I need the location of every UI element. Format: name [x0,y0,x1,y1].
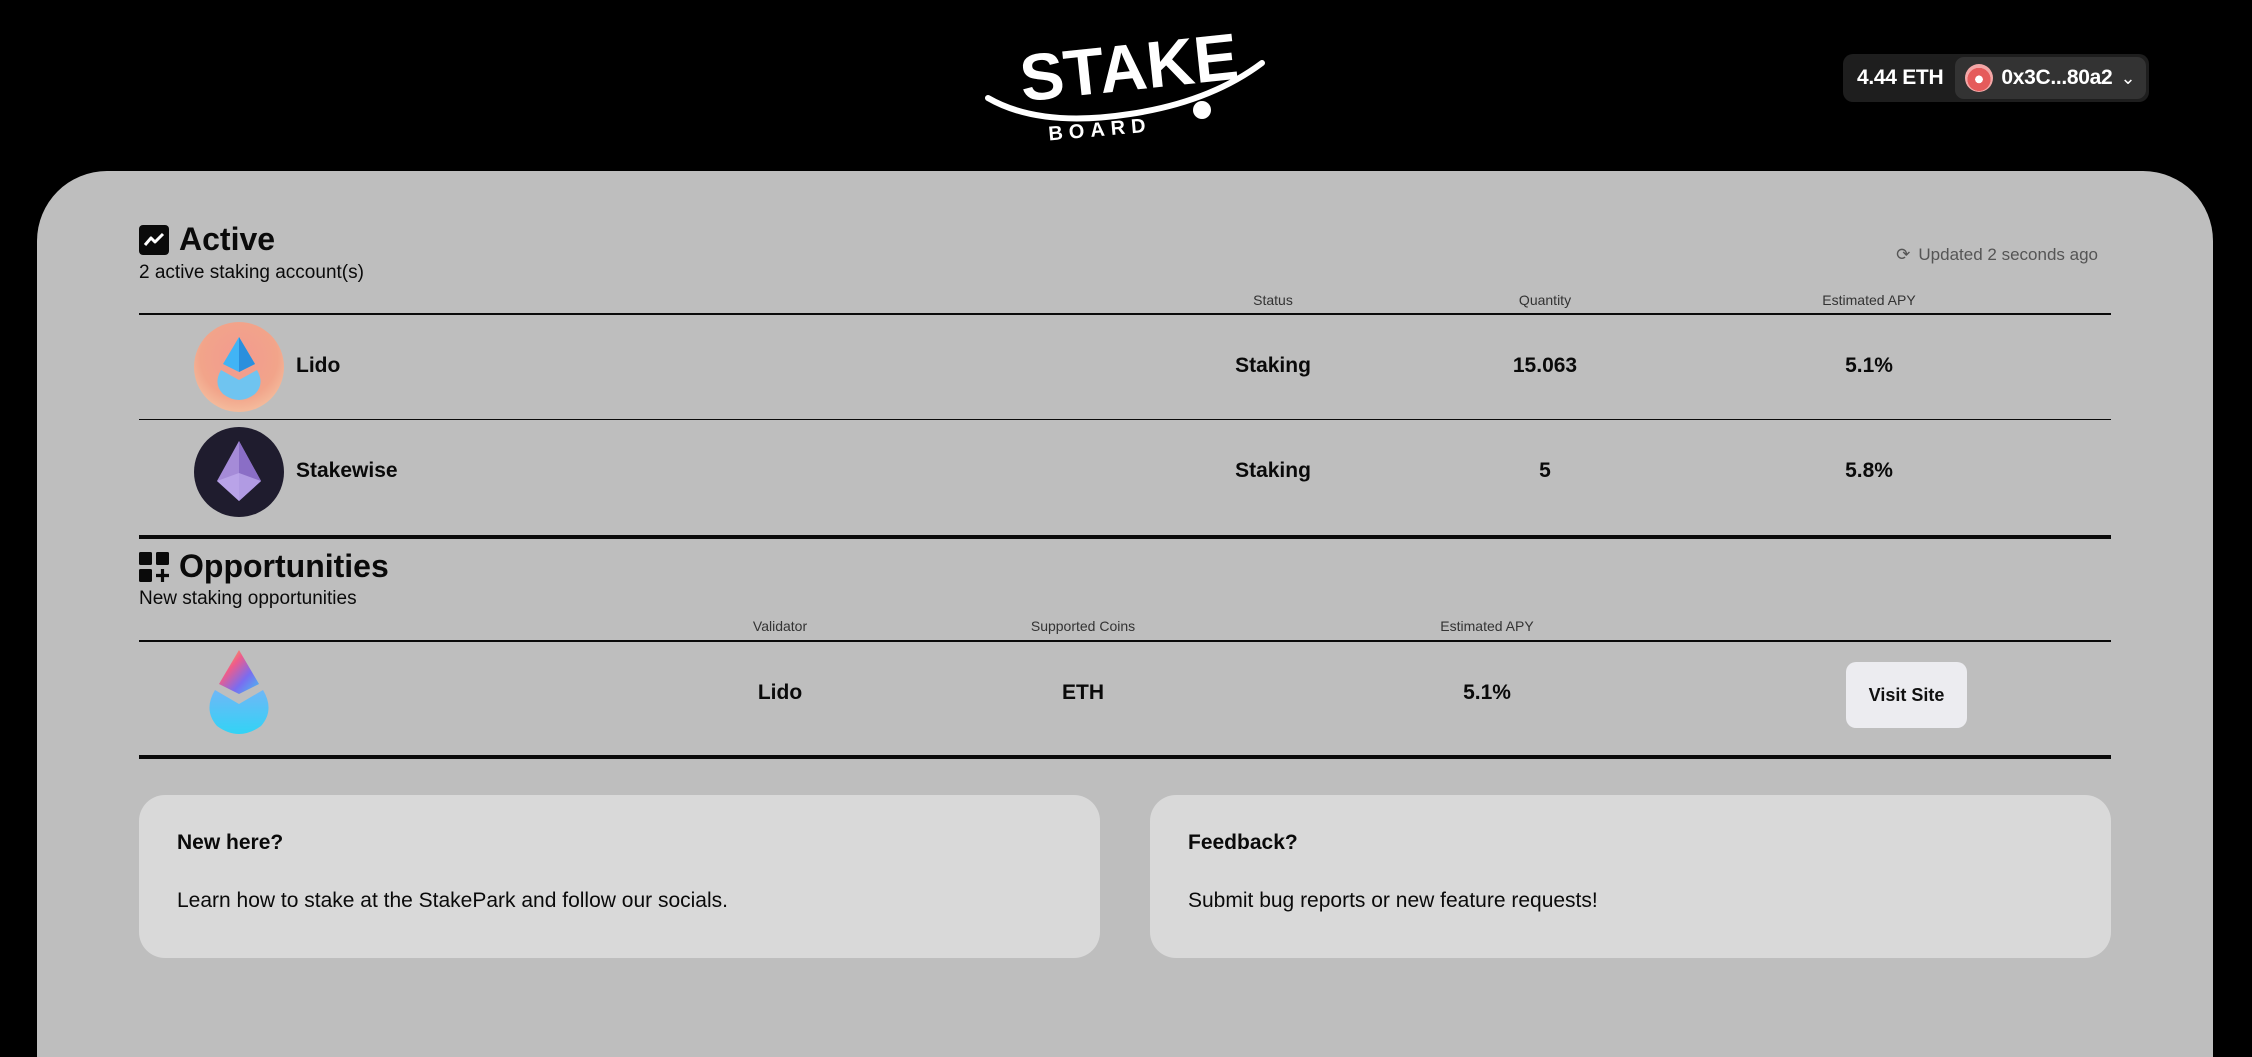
col-estimated-apy: Estimated APY [1822,292,1916,308]
col-status: Status [1253,292,1293,308]
card-description: Learn how to stake at the StakePark and … [177,889,728,912]
feedback-card[interactable]: Feedback? Submit bug reports or new feat… [1150,795,2111,958]
active-subtitle: 2 active staking account(s) [139,262,364,283]
staking-apy: 5.8% [1845,459,1893,482]
opportunity-validator: Lido [757,681,803,704]
opportunity-coins: ETH [1062,681,1104,704]
opportunities-subtitle: New staking opportunities [139,588,357,609]
opportunities-title: Opportunities [179,548,389,584]
card-description: Submit bug reports or new feature reques… [1188,889,1598,912]
col-quantity: Quantity [1518,292,1572,308]
staking-quantity: 15.063 [1512,354,1578,377]
wallet-address: 0x3C...80a2 [2001,66,2113,89]
chevron-down-icon: ⌄ [2120,67,2136,88]
opportunities-section-title: Opportunities [139,548,389,585]
staking-apy: 5.1% [1845,354,1893,377]
wallet-widget: 4.44 ETH 0x3C...80a2 ⌄ [1843,54,2149,102]
trend-chart-icon [139,224,169,255]
updated-text: Updated 2 seconds ago [1918,245,2098,264]
staking-status: Staking [1235,354,1311,377]
opportunity-apy: 5.1% [1463,681,1511,704]
table-row[interactable]: Lido Staking 15.063 5.1% [139,315,2111,419]
updated-status: ⟳ Updated 2 seconds ago [1896,245,2098,265]
card-title: New here? [177,831,284,854]
col-estimated-apy: Estimated APY [1440,618,1534,634]
active-title: Active [179,221,276,257]
staking-status: Staking [1235,459,1311,482]
svg-text:STAKE: STAKE [1016,19,1241,115]
account-button[interactable]: 0x3C...80a2 ⌄ [1955,57,2146,99]
stakeboard-logo[interactable]: STAKE BOARD [980,18,1270,143]
staking-quantity: 5 [1539,459,1551,482]
table-row[interactable]: Stakewise Staking 5 5.8% [139,420,2111,524]
refresh-icon[interactable]: ⟳ [1896,245,1910,265]
table-row[interactable]: Lido ETH 5.1% Visit Site [139,642,2111,746]
account-avatar [1965,64,1994,92]
lido-drop-logo [194,647,284,737]
section-divider [139,755,2111,759]
section-divider [139,535,2111,539]
lido-logo [194,322,284,412]
col-supported-coins: Supported Coins [1030,618,1136,634]
active-section-title: Active [139,221,275,258]
eth-balance: 4.44 ETH [1857,66,1944,89]
visit-site-button[interactable]: Visit Site [1846,662,1967,728]
staking-name: Lido [296,354,341,377]
staking-name: Stakewise [296,459,398,482]
main-panel: Active 2 active staking account(s) ⟳ Upd… [37,171,2213,1057]
stakewise-logo [194,427,284,517]
new-here-card[interactable]: New here? Learn how to stake at the Stak… [139,795,1100,958]
card-title: Feedback? [1188,831,1298,854]
add-widget-icon [139,551,169,582]
col-validator: Validator [752,618,808,634]
